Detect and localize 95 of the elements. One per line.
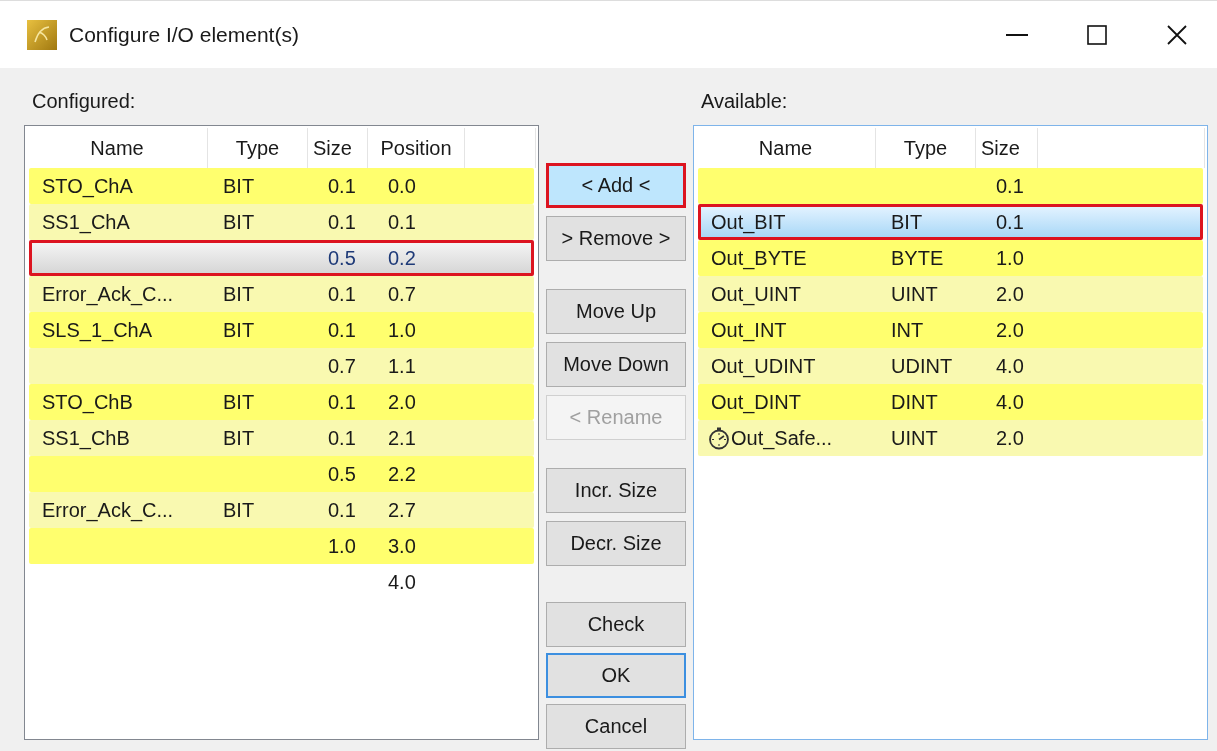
table-cell-text: BIT	[222, 174, 256, 198]
table-cell-text: 0.5	[327, 246, 357, 270]
action-button[interactable]: Move Up	[546, 289, 686, 334]
table-cell-text: 1.1	[387, 354, 417, 378]
table-cell-text: BIT	[222, 498, 256, 522]
table-cell-text: 2.0	[387, 390, 417, 414]
table-cell-text: Out_INT	[710, 318, 788, 342]
table-cell-text: 0.1	[995, 210, 1025, 234]
table-cell-text: 2.0	[995, 282, 1025, 306]
table-cell-text: Out_UDINT	[710, 354, 817, 378]
list-row[interactable]: STO_ChB BIT 0.1 2.0	[29, 384, 534, 420]
table-cell-text: 0.0	[387, 174, 417, 198]
table-cell-text: BIT	[222, 210, 256, 234]
list-row[interactable]: 0.1	[698, 168, 1203, 204]
table-cell-text: DINT	[890, 390, 939, 414]
list-row[interactable]: 1.0 3.0	[29, 528, 534, 564]
table-cell-text: 1.0	[327, 534, 357, 558]
table-cell-text: Out_BIT	[710, 210, 787, 234]
table-cell-text: Out_BYTE	[710, 246, 808, 270]
table-cell-text: 0.7	[387, 282, 417, 306]
table-cell-text: Error_Ack_C...	[41, 498, 175, 522]
table-cell-text: 1.0	[387, 318, 417, 342]
list-row[interactable]: Out_Safe... UINT 2.0	[698, 420, 1203, 456]
action-button[interactable]: < Add <	[546, 163, 686, 208]
table-cell-text: 2.0	[995, 426, 1025, 450]
table-cell-text: UINT	[890, 282, 939, 306]
list-label: Available:	[700, 89, 788, 114]
table-cell-text: Out_DINT	[710, 390, 803, 414]
table-cell-text: STO_ChA	[41, 174, 134, 198]
list-row[interactable]: 0.5 2.2	[29, 456, 534, 492]
table-cell-text: 4.0	[995, 390, 1025, 414]
table-cell-text: 0.2	[387, 246, 417, 270]
table-cell-text: Error_Ack_C...	[41, 282, 175, 306]
list-row[interactable]: Out_BIT BIT 0.1	[698, 204, 1203, 240]
table-cell-text: 0.1	[327, 318, 357, 342]
table-cell-text: 2.7	[387, 498, 417, 522]
stopwatch-icon	[707, 426, 731, 450]
table-cell-text: 0.1	[327, 426, 357, 450]
app-icon	[27, 19, 57, 50]
table-cell-text: INT	[890, 318, 925, 342]
table-cell-text: BYTE	[890, 246, 945, 270]
action-button[interactable]: > Remove >	[546, 216, 686, 261]
action-button[interactable]: Move Down	[546, 342, 686, 387]
table-cell-text: BIT	[222, 390, 256, 414]
table-cell-text: BIT	[890, 210, 924, 234]
list-row[interactable]: Out_UINT UINT 2.0	[698, 276, 1203, 312]
table-cell-text: 2.0	[995, 318, 1025, 342]
table-cell-text: 0.1	[327, 174, 357, 198]
list-row[interactable]: SS1_ChA BIT 0.1 0.1	[29, 204, 534, 240]
table-cell-text: SS1_ChB	[41, 426, 131, 450]
table-cell-text: 4.0	[387, 570, 417, 594]
table-cell-text: SLS_1_ChA	[41, 318, 154, 342]
table-cell-text: 2.2	[387, 462, 417, 486]
table-cell: Out_Safe...	[731, 426, 833, 450]
list-row[interactable]: Error_Ack_C... BIT 0.1 0.7	[29, 276, 534, 312]
table-cell-text: 2.1	[387, 426, 417, 450]
action-button[interactable]: Incr. Size	[546, 468, 686, 513]
window-title: Configure I/O element(s)	[69, 22, 300, 47]
table-cell-text: 4.0	[995, 354, 1025, 378]
action-button[interactable]: Check	[546, 602, 686, 647]
table-cell-text: BIT	[222, 282, 256, 306]
list-row[interactable]: Out_BYTE BYTE 1.0	[698, 240, 1203, 276]
minimize-icon[interactable]	[1006, 33, 1028, 36]
action-button[interactable]: OK	[546, 653, 686, 698]
action-button[interactable]: Cancel	[546, 704, 686, 749]
list-row[interactable]: STO_ChA BIT 0.1 0.0	[29, 168, 534, 204]
list-row[interactable]: Error_Ack_C... BIT 0.1 2.7	[29, 492, 534, 528]
table-cell-text: 0.1	[327, 498, 357, 522]
table-cell-text: 0.5	[327, 462, 357, 486]
list-row[interactable]: 0.7 1.1	[29, 348, 534, 384]
table-cell-text: BIT	[222, 318, 256, 342]
table-cell-text: 0.1	[327, 390, 357, 414]
table-cell-text: SS1_ChA	[41, 210, 131, 234]
list-label: Configured:	[31, 89, 136, 114]
list-row[interactable]: Out_UDINT UDINT 4.0	[698, 348, 1203, 384]
table-cell-text: UDINT	[890, 354, 954, 378]
table-cell-text: 1.0	[995, 246, 1025, 270]
table-cell-text: Out_UINT	[710, 282, 803, 306]
list-row[interactable]: SS1_ChB BIT 0.1 2.1	[29, 420, 534, 456]
table-cell-text: UINT	[890, 426, 939, 450]
table-cell-text: 0.1	[387, 210, 417, 234]
list-row[interactable]: SLS_1_ChA BIT 0.1 1.0	[29, 312, 534, 348]
table-cell-text: BIT	[222, 426, 256, 450]
table-cell-text: 0.1	[327, 210, 357, 234]
maximize-icon[interactable]	[1087, 24, 1107, 45]
action-button[interactable]: Decr. Size	[546, 521, 686, 566]
table-cell-text: STO_ChB	[41, 390, 134, 414]
table-cell-text: 3.0	[387, 534, 417, 558]
list-row[interactable]: Out_DINT DINT 4.0	[698, 384, 1203, 420]
table-cell-text: 0.1	[995, 174, 1025, 198]
list-row[interactable]: 0.5 0.2	[29, 240, 534, 276]
table-cell-text: 0.1	[327, 282, 357, 306]
close-icon[interactable]	[1167, 24, 1187, 45]
list-row[interactable]: Out_INT INT 2.0	[698, 312, 1203, 348]
table-cell-text: 0.7	[327, 354, 357, 378]
